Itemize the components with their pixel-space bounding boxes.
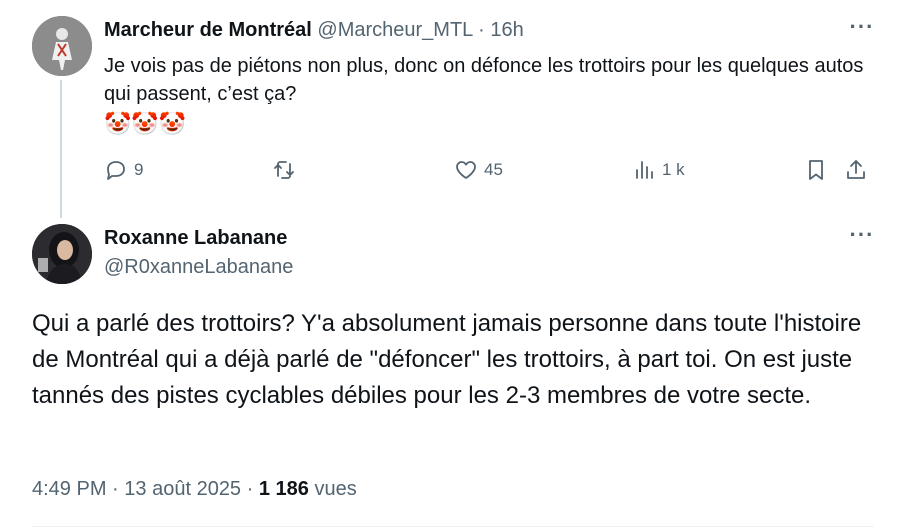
views-label: vues <box>314 478 357 500</box>
tweet-time[interactable]: 4:49 PM <box>32 478 106 500</box>
share-button[interactable] <box>844 158 868 182</box>
like-count: 45 <box>484 160 503 179</box>
tweet-actions: 9 45 1 k <box>104 158 884 188</box>
author-handle[interactable]: @R0xanneLabanane <box>104 256 293 279</box>
tweet-metadata: 4:49 PM · 13 août 2025 · 1 186 vues <box>32 478 357 501</box>
separator: · <box>246 478 254 500</box>
views-icon <box>636 161 653 179</box>
views-button[interactable]: 1 k <box>632 158 685 182</box>
avatar[interactable] <box>32 16 92 76</box>
like-button[interactable]: 45 <box>454 158 503 182</box>
avatar[interactable] <box>32 224 92 284</box>
tweet-emoji: 🤡🤡🤡 <box>104 111 187 136</box>
retweet-button[interactable] <box>272 158 302 182</box>
bookmark-button[interactable] <box>804 158 828 182</box>
reply-button[interactable]: 9 <box>104 158 143 182</box>
more-options-icon[interactable]: ··· <box>848 16 876 42</box>
share-icon <box>847 160 865 179</box>
tweet-date[interactable]: 13 août 2025 <box>124 478 241 500</box>
author-name[interactable]: Roxanne Labanane <box>104 227 287 250</box>
reply-icon <box>107 161 125 180</box>
more-options-icon[interactable]: ··· <box>848 224 876 250</box>
separator: · <box>478 19 485 41</box>
separator: · <box>112 478 119 500</box>
author-name[interactable]: Marcheur de Montréal <box>104 19 312 41</box>
views-count: 1 k <box>662 160 685 179</box>
tweet-header: Marcheur de Montréal @Marcheur_MTL · 16h <box>104 19 524 42</box>
heart-icon <box>456 161 476 179</box>
tweet-text: Je vois pas de piétons non plus, donc on… <box>104 55 864 105</box>
reply-count: 9 <box>134 160 144 179</box>
parent-tweet[interactable]: Marcheur de Montréal @Marcheur_MTL · 16h… <box>0 0 906 220</box>
tweet-text: Qui a parlé des trottoirs? Y'a absolumen… <box>32 310 862 409</box>
views-count[interactable]: 1 186 <box>259 478 309 500</box>
author-handle[interactable]: @Marcheur_MTL <box>317 19 472 41</box>
bookmark-icon <box>809 160 823 180</box>
avatar-image <box>32 16 92 76</box>
retweet-icon <box>274 161 294 179</box>
divider <box>32 526 874 527</box>
tweet-time[interactable]: 16h <box>490 19 523 41</box>
avatar-image <box>32 224 92 284</box>
